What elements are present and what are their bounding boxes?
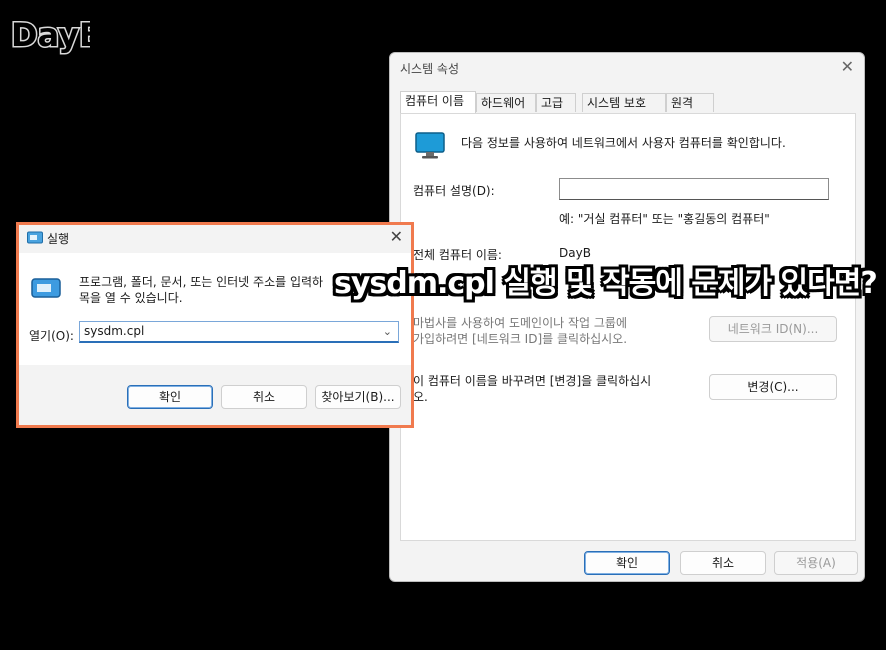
run-cancel-button[interactable]: 취소 — [221, 385, 307, 409]
change-button[interactable]: 변경(C)... — [709, 374, 837, 400]
tab-remote[interactable]: 원격 — [666, 93, 714, 112]
info-text: 다음 정보를 사용하여 네트워크에서 사용자 컴퓨터를 확인합니다. — [461, 136, 786, 150]
chevron-down-icon[interactable]: ⌄ — [383, 325, 392, 338]
computer-description-input[interactable] — [559, 178, 829, 200]
run-description-line1: 프로그램, 폴더, 문서, 또는 인터넷 주소를 입력하 — [79, 275, 324, 289]
logo-text: DayB — [11, 16, 90, 54]
run-dialog: 실행 ✕ 프로그램, 폴더, 문서, 또는 인터넷 주소를 입력하 목을 열 수… — [19, 225, 411, 425]
ok-button[interactable]: 확인 — [584, 551, 670, 575]
network-id-button[interactable]: 네트워크 ID(N)... — [709, 316, 837, 342]
tab-advanced[interactable]: 고급 — [536, 93, 576, 112]
dialog-title: 시스템 속성 — [400, 62, 460, 76]
overlay-headline: sysdm.cpl 실행 및 작동에 문제가 있다면? — [334, 266, 878, 301]
run-ok-button[interactable]: 확인 — [127, 385, 213, 409]
run-command-input[interactable]: sysdm.cpl — [84, 324, 144, 338]
tab-panel: 다음 정보를 사용하여 네트워크에서 사용자 컴퓨터를 확인합니다. 컴퓨터 설… — [400, 113, 856, 541]
run-app-icon — [27, 231, 43, 248]
cancel-button[interactable]: 취소 — [680, 551, 766, 575]
tab-computer-name[interactable]: 컴퓨터 이름 — [400, 91, 476, 113]
change-text-line2: 오. — [413, 390, 428, 404]
change-text-line1: 이 컴퓨터 이름을 바꾸려면 [변경]을 클릭하십시 — [413, 374, 652, 388]
run-footer: 확인 취소 찾아보기(B)... — [19, 365, 411, 425]
computer-monitor-icon — [415, 132, 445, 163]
run-command-combobox[interactable]: sysdm.cpl ⌄ — [79, 321, 399, 343]
dayb-logo: DayB — [8, 8, 105, 61]
close-icon[interactable]: ✕ — [390, 227, 403, 246]
description-hint: 예: "거실 컴퓨터" 또는 "홍길동의 컴퓨터" — [559, 212, 770, 226]
run-description-line2: 목을 열 수 있습니다. — [79, 291, 183, 305]
run-title: 실행 — [47, 232, 70, 246]
description-label: 컴퓨터 설명(D): — [413, 184, 495, 198]
network-text-line1: 마법사를 사용하여 도메인이나 작업 그룹에 — [413, 316, 627, 330]
run-program-icon — [31, 277, 61, 302]
apply-button[interactable]: 적용(A) — [774, 551, 858, 575]
system-properties-dialog: 시스템 속성 ✕ 컴퓨터 이름 하드웨어 고급 시스템 보호 원격 다음 정보를… — [389, 52, 865, 582]
close-icon[interactable]: ✕ — [841, 57, 854, 76]
open-label: 열기(O): — [29, 329, 74, 343]
run-browse-button[interactable]: 찾아보기(B)... — [315, 385, 401, 409]
network-text-line2: 가입하려면 [네트워크 ID]를 클릭하십시오. — [413, 332, 628, 346]
tab-system-protection[interactable]: 시스템 보호 — [582, 93, 666, 112]
tab-hardware[interactable]: 하드웨어 — [476, 93, 536, 112]
